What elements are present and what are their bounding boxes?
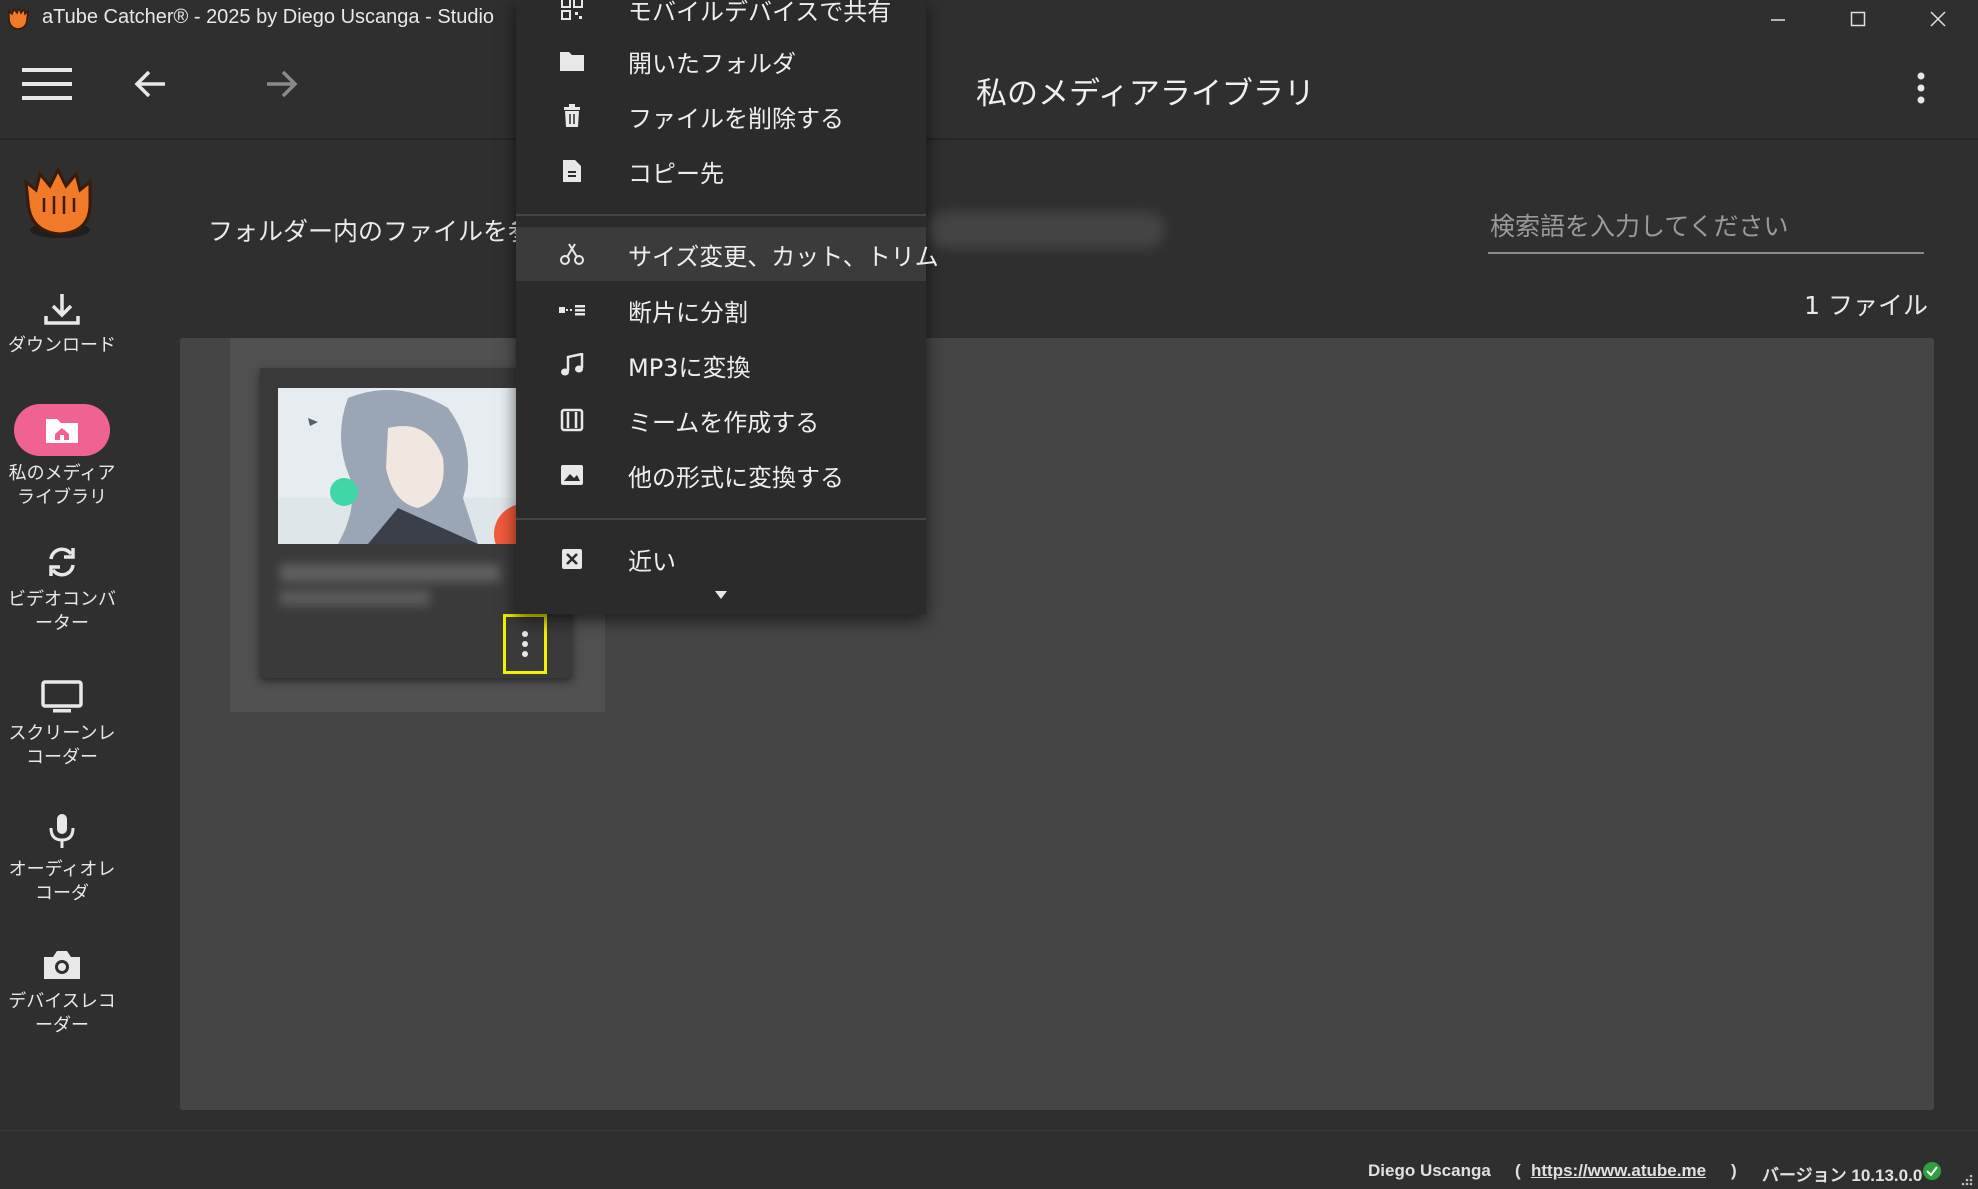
menu-item-open-folder[interactable]: 開いたフォルダ: [516, 34, 926, 88]
website-link-text[interactable]: https://www.atube.me: [1531, 1161, 1706, 1180]
maximize-icon: [1849, 10, 1867, 28]
maximize-button[interactable]: [1818, 0, 1898, 38]
author-name: Diego Uscanga: [1368, 1161, 1491, 1180]
arrow-right-icon: [265, 69, 299, 99]
sidebar-item-label: ダウンロード: [8, 335, 116, 356]
hamburger-menu-icon: [22, 66, 72, 102]
sidebar-item-label: スクリーンレコーダー: [8, 723, 116, 768]
back-button[interactable]: [128, 64, 172, 104]
context-menu: モバイルデバイスで共有 開いたフォルダ ファイルを削除する コピー先 サイズ変更…: [516, 0, 939, 614]
app-mascot-logo: [20, 168, 100, 240]
sidebar: ダウンロード 私のメディアライブラリ ビデオコンバーター スクリーンレコーダー …: [0, 140, 124, 1170]
menu-item-convert-other[interactable]: 他の形式に変換する: [516, 448, 926, 502]
status-footer: Diego Uscanga ( https://www.atube.me ) バ…: [0, 1130, 1978, 1189]
footer-open-paren: (: [1515, 1161, 1521, 1180]
hamburger-menu-button[interactable]: [18, 64, 76, 104]
menu-item-label: 開いたフォルダ: [628, 49, 796, 78]
menu-item-convert-mp3[interactable]: MP3に変換: [516, 338, 926, 392]
download-icon: [43, 292, 81, 326]
refresh-icon: [44, 544, 80, 580]
meme-icon: [558, 406, 586, 434]
website-link[interactable]: https://www.atube.me: [1531, 1161, 1706, 1181]
menu-item-label: ファイルを削除する: [628, 104, 844, 133]
menu-item-label: 他の形式に変換する: [628, 463, 844, 492]
sidebar-item-media-library[interactable]: 私のメディアライブラリ: [0, 404, 124, 510]
forward-button[interactable]: [260, 64, 304, 104]
sidebar-item-screen-recorder[interactable]: スクリーンレコーダー: [0, 680, 124, 770]
minimize-icon: [1769, 10, 1787, 28]
split-icon: [558, 296, 586, 324]
menu-item-label: ミームを作成する: [628, 408, 820, 437]
media-grid-panel: [180, 338, 1934, 1110]
scissors-icon: [558, 240, 586, 268]
sidebar-item-download[interactable]: ダウンロード: [0, 292, 124, 358]
microphone-icon: [47, 812, 77, 850]
menu-item-label: コピー先: [628, 159, 724, 188]
arrow-left-icon: [133, 69, 167, 99]
close-button[interactable]: [1898, 0, 1978, 38]
app-logo-icon: [5, 6, 31, 32]
sidebar-item-audio-recorder[interactable]: オーディオレコーダ: [0, 812, 124, 906]
menu-item-close[interactable]: 近い: [516, 532, 926, 586]
sidebar-item-label: デバイスレコーダー: [8, 991, 116, 1036]
more-vertical-icon: [521, 630, 529, 658]
menu-separator: [516, 214, 926, 216]
camera-icon: [42, 948, 82, 982]
music-note-icon: [558, 351, 586, 379]
folder-path-redacted: [925, 212, 1165, 248]
folder-home-icon: [44, 415, 80, 445]
search-input[interactable]: [1488, 200, 1928, 252]
folder-icon: [558, 47, 586, 75]
menu-item-resize-cut-trim[interactable]: サイズ変更、カット、トリム: [516, 227, 939, 281]
menu-item-delete-file[interactable]: ファイルを削除する: [516, 89, 926, 143]
menu-item-label: MP3に変換: [628, 353, 751, 382]
active-pill: [14, 404, 110, 456]
menu-item-share-mobile[interactable]: モバイルデバイスで共有: [516, 0, 926, 36]
menu-item-copy-to[interactable]: コピー先: [516, 144, 926, 198]
menu-item-label: モバイルデバイスで共有: [628, 0, 892, 26]
sidebar-item-device-recorder[interactable]: デバイスレコーダー: [0, 948, 124, 1038]
media-title-redacted: [280, 564, 500, 582]
page-title: 私のメディアライブラリ: [976, 76, 1315, 112]
menu-item-label: サイズ変更、カット、トリム: [628, 242, 939, 271]
sidebar-item-label: ビデオコンバーター: [8, 589, 116, 634]
menu-item-create-meme[interactable]: ミームを作成する: [516, 393, 926, 447]
browse-folder-label: フォルダー内のファイルを参照: [208, 217, 559, 246]
check-circle-icon: [1922, 1161, 1942, 1181]
sidebar-item-label: オーディオレコーダ: [8, 859, 116, 904]
image-icon: [558, 461, 586, 489]
minimize-button[interactable]: [1738, 0, 1818, 38]
card-menu-button[interactable]: [503, 614, 547, 674]
trash-icon: [558, 102, 586, 130]
menu-item-label: 近い: [628, 547, 676, 576]
toolbar: 私のメディアライブラリ: [0, 38, 1978, 140]
close-icon: [1929, 10, 1947, 28]
media-subtitle-redacted: [280, 590, 430, 606]
sidebar-item-label: 私のメディアライブラリ: [8, 463, 116, 508]
search-box[interactable]: [1488, 200, 1928, 254]
sidebar-item-video-converter[interactable]: ビデオコンバーター: [0, 544, 124, 636]
file-copy-icon: [558, 157, 586, 185]
footer-close-paren: ): [1731, 1161, 1737, 1180]
video-thumbnail[interactable]: [278, 388, 554, 544]
resize-grip-icon[interactable]: [1958, 1173, 1974, 1187]
title-bar: aTube Catcher® - 2025 by Diego Uscanga -…: [0, 0, 1978, 38]
window-title: aTube Catcher® - 2025 by Diego Uscanga -…: [42, 6, 495, 28]
menu-item-split[interactable]: 断片に分割: [516, 283, 926, 337]
caret-down-icon: [714, 590, 728, 600]
version-label: バージョン 10.13.0.0: [1762, 1166, 1923, 1185]
file-count: 1 ファイル: [1804, 291, 1928, 320]
more-options-button[interactable]: [1906, 68, 1936, 108]
menu-scroll-down-button[interactable]: [714, 590, 728, 600]
qr-code-icon: [558, 0, 586, 23]
menu-separator: [516, 518, 926, 520]
close-box-icon: [558, 545, 586, 573]
monitor-icon: [41, 680, 83, 714]
more-vertical-icon: [1916, 71, 1926, 105]
menu-item-label: 断片に分割: [628, 298, 748, 327]
